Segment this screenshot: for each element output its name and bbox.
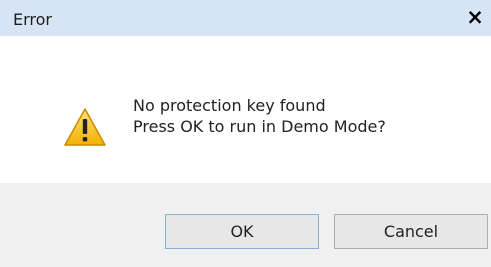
message-line-2: Press OK to run in Demo Mode? xyxy=(133,117,386,136)
message-line-1: No protection key found xyxy=(133,96,326,115)
message-text: No protection key found Press OK to run … xyxy=(133,95,386,137)
window-title: Error xyxy=(13,10,52,29)
warning-icon xyxy=(64,108,106,146)
cancel-button[interactable]: Cancel xyxy=(334,214,488,249)
close-icon[interactable]: × xyxy=(464,4,486,30)
title-bar: Error × xyxy=(0,0,491,36)
ok-button[interactable]: OK xyxy=(165,214,319,249)
error-dialog: Error × No protection key found Press OK… xyxy=(0,0,491,267)
